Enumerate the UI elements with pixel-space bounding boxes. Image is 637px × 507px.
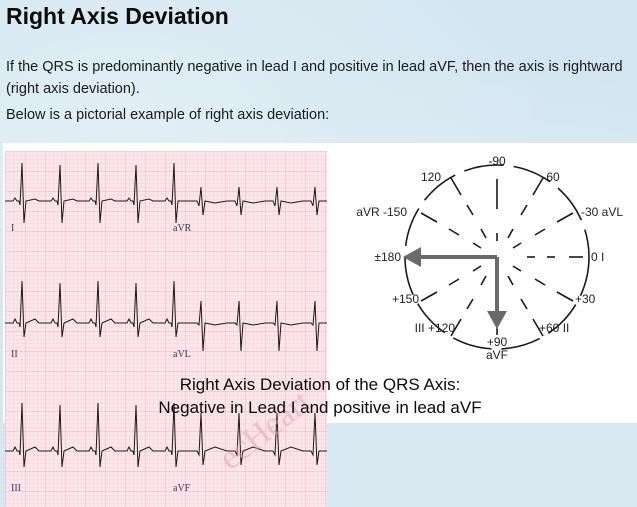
figure-caption-line1: Right Axis Deviation of the QRS Axis: — [179, 375, 461, 394]
figure-caption-line2: Negative in Lead I and positive in lead … — [158, 398, 482, 417]
label-minus-90: -90 — [488, 154, 506, 168]
label-plus-90: +90 — [487, 335, 508, 349]
arrow-head-down — [487, 311, 507, 329]
lead-label-avl: aVL — [173, 349, 191, 360]
lead-label-avf: aVF — [173, 483, 191, 494]
label-avr-minus-150: aVR -150 — [356, 205, 407, 219]
label-plus-minus-180: ±180 — [374, 250, 401, 264]
label-plus-150: +150 — [392, 292, 419, 306]
label-iii-plus-120: III +120 — [415, 321, 456, 335]
label-120: 120 — [421, 170, 441, 184]
label-minus-30-avl: -30 aVL — [581, 205, 623, 219]
hexaxial-reference-diagram: -90 120 -60 aVR -150 -30 aVL ±180 0 I +1… — [356, 154, 623, 362]
lead-label-ii: II — [11, 349, 18, 360]
label-avf: aVF — [486, 348, 508, 362]
label-plus-30: +30 — [575, 292, 596, 306]
page-title: Right Axis Deviation — [6, 3, 229, 29]
lead-label-i: I — [11, 223, 14, 234]
label-0-i: 0 I — [591, 250, 604, 264]
pictorial-intro-text: Below is a pictorial example of right ax… — [6, 107, 330, 123]
lead-label-avr: aVR — [173, 223, 192, 234]
label-plus-60-ii: +60 II — [539, 321, 569, 335]
label-minus-60: -60 — [542, 170, 560, 184]
intro-paragraph: If the QRS is predominantly negative in … — [6, 59, 623, 97]
axis-deviation-figure: I aVR II aVL III aVF ecHeart -90 120 -60… — [3, 143, 637, 507]
lead-label-iii: III — [11, 483, 21, 494]
ecg-strip-image: I aVR II aVL III aVF ecHeart — [5, 151, 327, 507]
